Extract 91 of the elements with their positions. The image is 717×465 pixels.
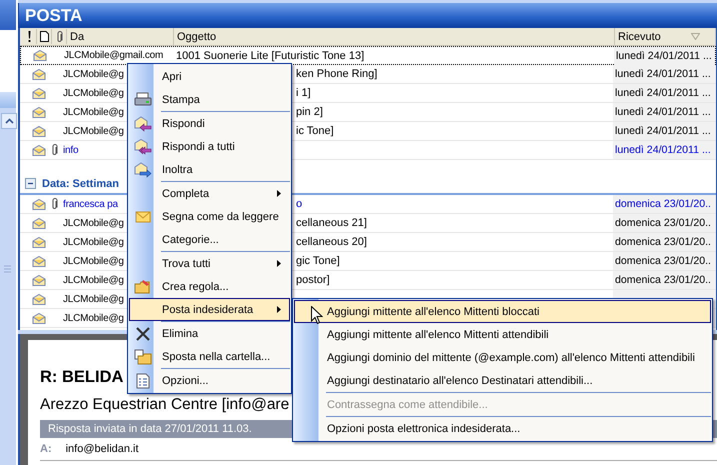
received-date: lunedì 24/01/2011 ...	[615, 125, 711, 137]
move-folder-icon	[134, 348, 152, 364]
received-date: lunedì 24/01/2011 ...	[615, 68, 711, 80]
subject-text: postor]	[296, 274, 330, 286]
sender-text: JLCMobile@g	[63, 312, 124, 324]
subject-text: cellaneous 20]	[296, 236, 367, 248]
received-date: lunedì 24/01/2011 ...	[616, 50, 712, 62]
scroll-up-button[interactable]	[1, 113, 17, 129]
folder-title: POSTA	[25, 6, 82, 26]
received-date: domenica 23/01/20..	[615, 198, 712, 210]
menu-item[interactable]: Aggiungi mittente all'elenco Mittenti attendibili	[294, 323, 711, 346]
sender-text: JLCMobile@g	[63, 218, 124, 228]
menu-item[interactable]: Aggiungi destinatario all'elenco Destinatari attendibili...	[294, 369, 711, 392]
received-date: domenica 23/01/20..	[615, 217, 712, 229]
page-icon	[40, 31, 48, 42]
envelope-icon	[32, 218, 46, 228]
sender-text: JLCMobile@g	[63, 106, 124, 118]
message-subject: R: BELIDA	[40, 368, 124, 387]
chevron-up-icon	[4, 118, 14, 124]
column-label: Da	[70, 30, 84, 42]
subject-text: i 1]	[296, 87, 311, 99]
delete-icon	[134, 326, 152, 342]
envelope-icon	[32, 274, 46, 286]
envelope-icon	[33, 50, 47, 61]
grip-icon[interactable]	[4, 265, 11, 273]
info-bar-text: Risposta inviata in data 27/01/2011 11.03.	[48, 423, 252, 435]
recipient-text: info@belidan.it	[66, 443, 139, 455]
collapse-icon[interactable]	[25, 178, 36, 189]
sender-text: francesca pa	[63, 198, 118, 210]
icon-column-header[interactable]	[37, 29, 52, 44]
menu-item[interactable]: Aggiungi mittente all'elenco Mittenti bloccati	[294, 300, 711, 323]
envelope-icon	[32, 236, 46, 248]
reply-all-icon	[134, 138, 152, 154]
sender-text: JLCMobile@g	[63, 88, 124, 98]
menu-item[interactable]: Opzioni...	[129, 369, 290, 392]
envelope-icon	[32, 198, 46, 210]
subject-text: ken Phone Ring]	[296, 68, 378, 80]
envelope-icon	[32, 106, 46, 118]
received-date: lunedì 24/01/2011 ...	[615, 106, 711, 118]
menu-item[interactable]: Posta indesiderata	[129, 298, 290, 321]
exclamation-icon	[28, 31, 30, 42]
group-label: Data: Settiman	[42, 178, 120, 190]
mouse-pointer-icon	[311, 306, 323, 325]
subject-text: cellaneous 21]	[296, 217, 367, 229]
column-label: Oggetto	[177, 30, 216, 42]
printer-icon	[134, 92, 152, 108]
menu-item[interactable]: Sposta nella cartella...	[129, 345, 290, 368]
received-date: lunedì 24/01/2011 ...	[615, 87, 711, 99]
paperclip-icon	[56, 30, 62, 42]
received-date: domenica 23/01/20..	[615, 236, 712, 248]
sender-text: JLCMobile@g	[63, 274, 124, 286]
envelope-icon	[32, 144, 46, 156]
subject-text: pin 2]	[296, 106, 323, 118]
message-sender: Arezzo Equestrian Centre [info@are	[40, 396, 290, 414]
envelope-icon	[32, 294, 46, 304]
column-header[interactable]: Da	[67, 28, 174, 45]
sender-text: JLCMobile@g	[63, 294, 124, 304]
pane-header-bar	[0, 92, 16, 108]
column-header[interactable]: Ricevuto	[615, 28, 716, 45]
subject-text: o	[296, 198, 302, 210]
received-date: lunedì 24/01/2011 ...	[615, 144, 711, 156]
menu-item[interactable]: Aggiungi dominio del mittente (@example.com) all'elenco Mittenti attendibili	[294, 346, 711, 369]
envelope-icon	[32, 256, 46, 266]
sort-arrow-icon	[690, 33, 700, 40]
column-header[interactable]: Oggetto	[174, 28, 615, 45]
menu-item[interactable]: Opzioni posta elettronica indesiderata...	[294, 417, 711, 440]
sender-text: JLCMobile@g	[63, 236, 124, 248]
envelope-icon	[134, 208, 152, 224]
folder-icon	[134, 278, 152, 294]
forward-icon	[134, 162, 152, 178]
sender-text: info	[63, 144, 78, 156]
options-icon	[134, 372, 152, 388]
menu-item[interactable]: Elimina	[129, 322, 290, 345]
envelope-icon	[32, 88, 46, 98]
sender-text: JLCMobile@g	[63, 256, 124, 266]
sender-text: JLCMobile@gmail.com	[64, 50, 164, 61]
subject-text: gic Tone]	[296, 255, 340, 267]
sender-text: JLCMobile@g	[63, 68, 124, 80]
received-date: domenica 23/01/20..	[615, 274, 712, 286]
subject-text: ic Tone]	[296, 125, 334, 137]
column-label: Ricevuto	[618, 30, 661, 42]
reply-icon	[134, 116, 152, 132]
subject-text: 1001 Suonerie Lite [Futuristic Tone 13]	[176, 50, 364, 62]
envelope-icon	[32, 68, 46, 80]
menu-item[interactable]: Inoltra	[129, 158, 290, 181]
received-date: domenica 23/01/20..	[615, 255, 712, 267]
sender-text: JLCMobile@g	[63, 126, 124, 136]
envelope-icon	[32, 126, 46, 136]
to-label: A:	[40, 443, 52, 455]
envelope-icon	[32, 312, 46, 324]
sidebar-header	[0, 0, 16, 30]
